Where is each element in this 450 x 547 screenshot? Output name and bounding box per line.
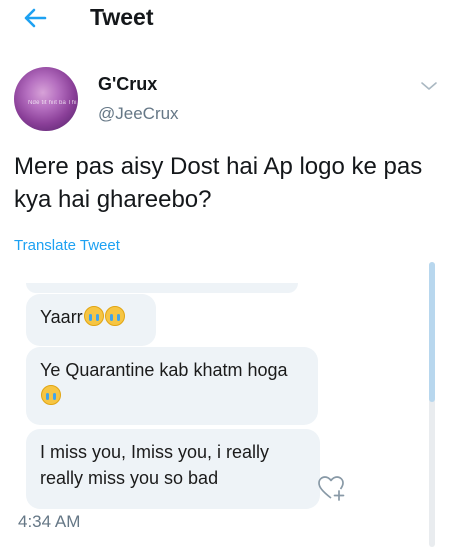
- message-bubble: Yaarr: [26, 294, 156, 346]
- crying-face-emoji: [83, 306, 104, 326]
- author-handle[interactable]: @JeeCrux: [98, 104, 179, 124]
- scrollbar-thumb[interactable]: [429, 262, 435, 402]
- translate-tweet-link[interactable]: Translate Tweet: [14, 237, 120, 254]
- scrollbar[interactable]: [429, 262, 435, 547]
- heart-plus-icon[interactable]: [316, 474, 346, 502]
- message-text: Yaarr: [40, 307, 83, 327]
- crying-face-emoji: [104, 306, 125, 326]
- author-display-name[interactable]: G'Crux: [98, 74, 157, 95]
- message-text: Ye Quarantine kab khatm hoga: [40, 360, 288, 380]
- message-bubble: I miss you, Imiss you, i really really m…: [26, 429, 320, 509]
- message-text: I miss you, Imiss you, i really really m…: [40, 442, 270, 488]
- avatar-overlay-text: Nde tit hiit ba Thi: [28, 100, 77, 106]
- chevron-down-icon[interactable]: [420, 80, 438, 92]
- back-arrow-icon[interactable]: [22, 5, 48, 31]
- message-bubble-edge: [26, 283, 298, 293]
- tweet-timestamp: 4:34 AM: [18, 512, 81, 531]
- message-bubble: Ye Quarantine kab khatm hoga: [26, 347, 318, 425]
- tweet-media-image[interactable]: Yaarr Ye Quarantine kab khatm hoga I mis…: [12, 267, 438, 517]
- tweet-text: Mere pas aisy Dost hai Ap logo ke pas ky…: [14, 153, 423, 213]
- crying-face-emoji: [41, 385, 61, 405]
- avatar[interactable]: Nde tit hiit ba Thi: [14, 67, 78, 131]
- page-title: Tweet: [90, 4, 154, 30]
- top-bar: Tweet: [0, 0, 450, 40]
